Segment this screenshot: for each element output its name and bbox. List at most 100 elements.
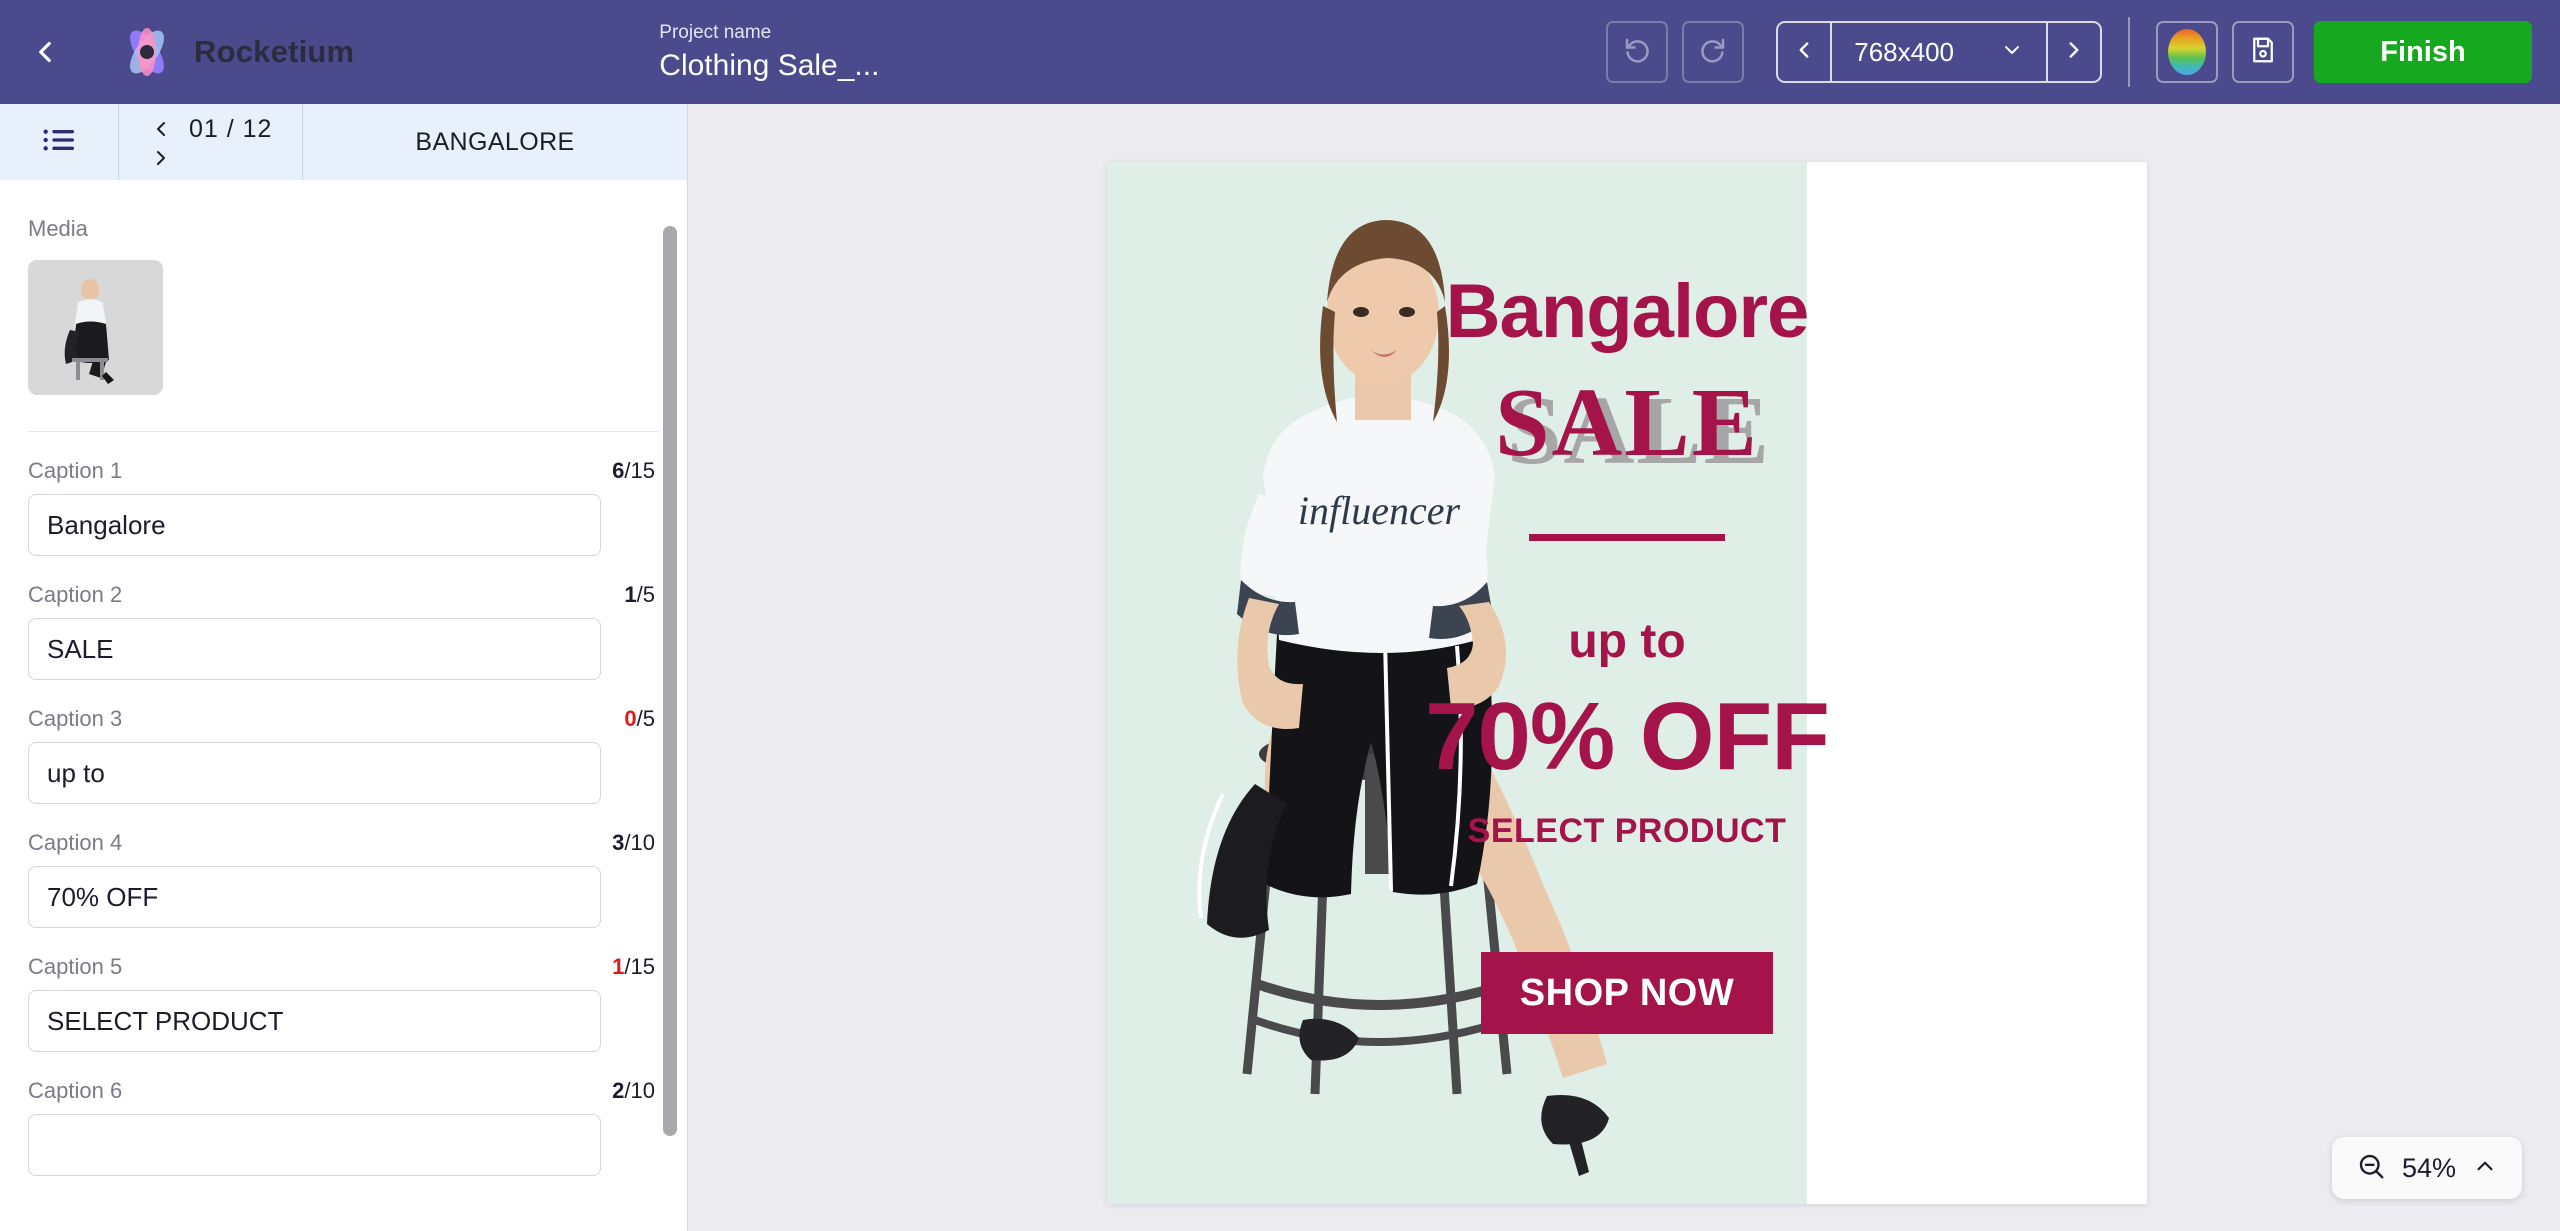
top-bar: Rocketium Project name Clothing Sale_...… bbox=[0, 0, 2560, 104]
back-button[interactable] bbox=[0, 0, 90, 104]
canvas-area[interactable]: influencer Bangalore SALE SALE up to 70%… bbox=[689, 104, 2560, 1231]
caption-group: Caption 2 1/5 bbox=[28, 578, 659, 680]
save-disk-icon bbox=[2248, 35, 2278, 70]
project-name-label: Project name bbox=[659, 21, 772, 43]
dimension-prev-button[interactable] bbox=[1778, 23, 1830, 81]
caption-counter: 1/5 bbox=[624, 582, 659, 608]
caption-counter: 3/10 bbox=[612, 830, 659, 856]
pager-next-button[interactable] bbox=[149, 146, 302, 170]
list-view-button[interactable] bbox=[0, 104, 118, 180]
caption-count-current: 6 bbox=[612, 458, 625, 483]
brand-name: Rocketium bbox=[194, 34, 355, 69]
dimension-selector[interactable]: 768x400 bbox=[1776, 21, 2102, 83]
left-panel: 01 / 12 BANGALORE Media Caption 1 6/15 B… bbox=[0, 104, 688, 1231]
caption-header: Caption 4 3/10 bbox=[28, 826, 659, 856]
caption-count-current: 3 bbox=[612, 830, 625, 855]
ad-sale-wrap[interactable]: SALE SALE bbox=[1107, 374, 2147, 480]
ad-sale: SALE SALE bbox=[1495, 374, 1769, 480]
artboard[interactable]: influencer Bangalore SALE SALE up to 70%… bbox=[1107, 162, 2147, 1204]
caption-input[interactable] bbox=[28, 618, 601, 680]
caption-label: Caption 3 bbox=[28, 706, 123, 731]
caption-header: Caption 5 1/15 bbox=[28, 950, 659, 980]
zoom-control[interactable]: 54% bbox=[2332, 1137, 2522, 1199]
caption-counter: 2/10 bbox=[612, 1078, 659, 1104]
project-info[interactable]: Project name Clothing Sale_... bbox=[659, 22, 879, 83]
caption-header: Caption 2 1/5 bbox=[28, 578, 659, 608]
panel-body: Media Caption 16/15Caption 21/5Caption 3… bbox=[0, 180, 687, 1231]
slide-name[interactable]: BANGALORE bbox=[303, 104, 687, 180]
chevron-down-icon bbox=[2000, 38, 2024, 67]
caption-group: Caption 3 0/5 bbox=[28, 702, 659, 804]
media-divider bbox=[28, 431, 659, 432]
caption-group: Caption 1 6/15 bbox=[28, 454, 659, 556]
caption-count-current: 1 bbox=[624, 582, 637, 607]
ad-offer-text[interactable]: 70% OFF bbox=[1107, 682, 2147, 792]
pager-text: 01 / 12 bbox=[189, 114, 273, 143]
zoom-value: 54% bbox=[2401, 1152, 2457, 1183]
brand: Rocketium bbox=[118, 23, 354, 81]
caption-count-max: /15 bbox=[624, 458, 655, 483]
caption-group: Caption 4 3/10 bbox=[28, 826, 659, 928]
caption-label: Caption 1 bbox=[28, 458, 123, 483]
ad-cta-button[interactable]: SHOP NOW bbox=[1481, 952, 1773, 1034]
shirt-graphic-text: influencer bbox=[1298, 488, 1461, 533]
caption-header: Caption 1 6/15 bbox=[28, 454, 659, 484]
caption-header: Caption 6 2/10 bbox=[28, 1074, 659, 1104]
ad-upto-text[interactable]: up to bbox=[1107, 614, 2147, 669]
chevron-right-icon bbox=[2061, 37, 2087, 68]
captions-list: Caption 16/15Caption 21/5Caption 30/5Cap… bbox=[28, 454, 659, 1176]
ad-subtitle-text[interactable]: SELECT PRODUCT bbox=[1107, 812, 2147, 851]
caption-label: Caption 6 bbox=[28, 1078, 123, 1103]
slide-pager: 01 / 12 bbox=[118, 104, 303, 180]
caption-count-max: /15 bbox=[624, 954, 655, 979]
pager-prev-button[interactable] bbox=[149, 117, 173, 141]
save-button[interactable] bbox=[2232, 21, 2294, 83]
rocketium-logo-icon bbox=[118, 23, 176, 81]
media-label: Media bbox=[28, 216, 88, 241]
chevron-left-icon bbox=[1791, 37, 1817, 68]
ad-title[interactable]: Bangalore bbox=[1107, 274, 2147, 350]
media-thumbnail[interactable] bbox=[28, 260, 163, 395]
caption-label: Caption 2 bbox=[28, 582, 123, 607]
finish-button[interactable]: Finish bbox=[2314, 21, 2532, 83]
chevron-up-icon[interactable] bbox=[2472, 1153, 2498, 1184]
undo-button[interactable] bbox=[1606, 21, 1669, 83]
dimension-next-button[interactable] bbox=[2048, 23, 2100, 81]
color-palette-icon bbox=[2168, 29, 2206, 75]
ad-sale-text: SALE bbox=[1494, 369, 1759, 477]
toolbar-divider bbox=[2128, 17, 2130, 87]
dimension-dropdown[interactable]: 768x400 bbox=[1830, 23, 2048, 81]
caption-count-max: /5 bbox=[636, 706, 655, 731]
top-bar-actions: 768x400 Finish bbox=[1606, 17, 2560, 87]
caption-count-max: /5 bbox=[636, 582, 655, 607]
caption-input[interactable] bbox=[28, 866, 601, 928]
panel-scrollbar[interactable] bbox=[663, 226, 677, 1136]
ad-underline-rule bbox=[1529, 534, 1725, 541]
caption-group: Caption 6 2/10 bbox=[28, 1074, 659, 1176]
chevron-left-icon bbox=[28, 35, 62, 69]
caption-counter: 1/15 bbox=[612, 954, 659, 980]
caption-input[interactable] bbox=[28, 1114, 601, 1176]
list-view-icon bbox=[39, 120, 79, 165]
caption-input[interactable] bbox=[28, 742, 601, 804]
color-palette-button[interactable] bbox=[2156, 21, 2218, 83]
caption-group: Caption 5 1/15 bbox=[28, 950, 659, 1052]
redo-button[interactable] bbox=[1682, 21, 1745, 83]
caption-counter: 6/15 bbox=[612, 458, 659, 484]
caption-input[interactable] bbox=[28, 494, 601, 556]
caption-count-max: /10 bbox=[624, 1078, 655, 1103]
caption-input[interactable] bbox=[28, 990, 601, 1052]
panel-header: 01 / 12 BANGALORE bbox=[0, 104, 687, 180]
caption-counter: 0/5 bbox=[624, 706, 659, 732]
project-title: Clothing Sale_... bbox=[659, 48, 880, 82]
dimension-value: 768x400 bbox=[1854, 36, 1954, 67]
caption-count-current: 2 bbox=[612, 1078, 625, 1103]
zoom-out-icon[interactable] bbox=[2356, 1151, 2386, 1186]
redo-icon bbox=[1698, 35, 1728, 70]
caption-label: Caption 5 bbox=[28, 954, 123, 979]
caption-count-current: 1 bbox=[612, 954, 625, 979]
caption-header: Caption 3 0/5 bbox=[28, 702, 659, 732]
undo-icon bbox=[1622, 35, 1652, 70]
caption-count-current: 0 bbox=[624, 706, 637, 731]
caption-count-max: /10 bbox=[624, 830, 655, 855]
